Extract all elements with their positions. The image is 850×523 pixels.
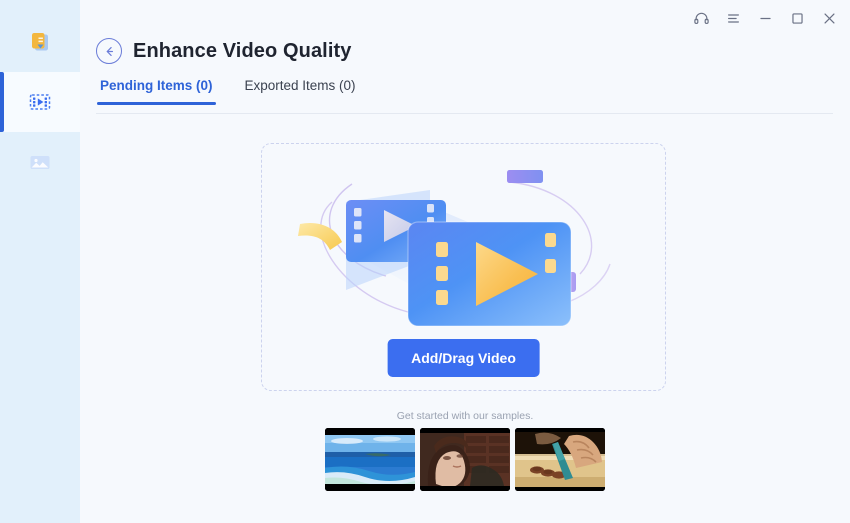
video-dropzone[interactable]: Add/Drag Video bbox=[261, 143, 666, 391]
support-headset-button[interactable] bbox=[692, 9, 710, 27]
tab-pending-items[interactable]: Pending Items (0) bbox=[97, 78, 216, 105]
headset-icon bbox=[693, 12, 709, 24]
arrow-left-icon bbox=[106, 46, 113, 56]
image-photo-icon bbox=[26, 148, 54, 176]
close-button[interactable] bbox=[820, 9, 838, 27]
cutting-board-image bbox=[515, 428, 605, 491]
tab-bar: Pending Items (0) Exported Items (0) bbox=[97, 78, 359, 105]
back-button[interactable] bbox=[96, 38, 122, 64]
toolbox-cards-icon bbox=[26, 28, 54, 56]
portrait-image bbox=[420, 428, 510, 491]
samples-row bbox=[325, 428, 605, 491]
page-title: Enhance Video Quality bbox=[133, 39, 352, 62]
sidebar-item-toolbox[interactable] bbox=[0, 12, 80, 72]
video-film-strips-illustration bbox=[280, 154, 650, 339]
maximize-button[interactable] bbox=[788, 9, 806, 27]
window-controls bbox=[692, 9, 838, 27]
hamburger-menu-icon bbox=[727, 13, 739, 23]
samples-caption: Get started with our samples. bbox=[396, 410, 534, 422]
video-film-play-icon bbox=[26, 88, 54, 116]
beach-image bbox=[325, 428, 415, 491]
sidebar bbox=[0, 0, 80, 523]
tab-divider bbox=[96, 113, 833, 114]
add-drag-video-button[interactable]: Add/Drag Video bbox=[387, 339, 540, 377]
sample-cutting-board-thumbnail[interactable] bbox=[515, 428, 605, 491]
sidebar-item-image[interactable] bbox=[0, 132, 80, 192]
app-window: Enhance Video Quality Pending Items (0) … bbox=[0, 0, 850, 523]
tab-exported-items[interactable]: Exported Items (0) bbox=[242, 78, 359, 105]
minimize-icon bbox=[759, 17, 771, 19]
menu-button[interactable] bbox=[724, 9, 742, 27]
main-content: Enhance Video Quality Pending Items (0) … bbox=[80, 0, 850, 523]
sample-beach-thumbnail[interactable] bbox=[325, 428, 415, 491]
minimize-button[interactable] bbox=[756, 9, 774, 27]
close-icon bbox=[823, 12, 835, 24]
maximize-icon bbox=[791, 12, 803, 24]
sample-portrait-thumbnail[interactable] bbox=[420, 428, 510, 491]
page-header: Enhance Video Quality bbox=[96, 38, 351, 64]
sidebar-item-video[interactable] bbox=[0, 72, 80, 132]
